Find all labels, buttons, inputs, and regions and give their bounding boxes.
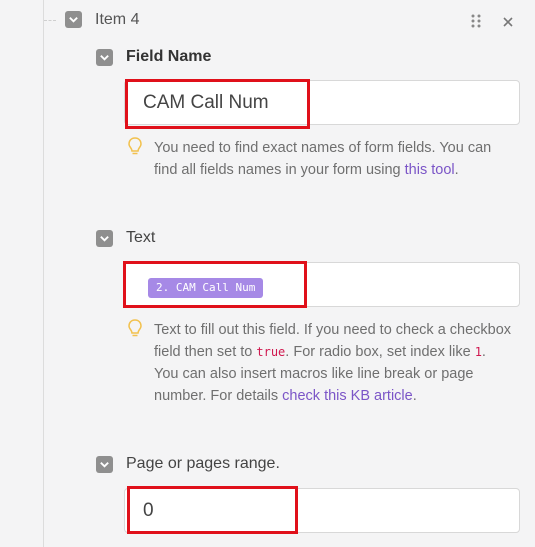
field-name-checkbox[interactable] [96, 49, 113, 66]
chevron-down-icon [100, 462, 109, 468]
text-hint-4: . [412, 388, 417, 404]
field-name-hint-end: . [454, 162, 459, 178]
kb-article-link[interactable]: check this KB article [282, 388, 413, 404]
field-name-input[interactable]: CAM Call Num [124, 80, 520, 125]
item-title: Item 4 [95, 11, 140, 28]
text-checkbox[interactable] [96, 230, 113, 247]
item-collapse-checkbox[interactable] [65, 11, 82, 28]
field-name-value: CAM Call Num [143, 92, 269, 113]
one-code: 1 [474, 345, 482, 359]
close-icon[interactable] [502, 15, 514, 27]
true-code: true [256, 345, 286, 359]
page-range-checkbox[interactable] [96, 456, 113, 473]
drag-handle-icon[interactable] [470, 13, 482, 29]
page-range-label: Page or pages range. [126, 455, 280, 472]
text-input[interactable]: 2. CAM Call Num [124, 262, 520, 307]
page-range-value: 0 [143, 500, 154, 521]
tree-connector [44, 20, 56, 21]
lightbulb-icon [128, 137, 142, 155]
field-name-hint: You need to find exact names of form fie… [154, 137, 514, 181]
chevron-down-icon [100, 55, 109, 61]
page-range-input[interactable]: 0 [124, 488, 520, 533]
chevron-down-icon [100, 236, 109, 242]
macro-pill[interactable]: 2. CAM Call Num [148, 278, 264, 298]
this-tool-link[interactable]: this tool [405, 162, 455, 178]
chevron-down-icon [69, 17, 78, 23]
text-label: Text [126, 229, 156, 246]
tree-line [43, 0, 44, 547]
field-name-label: Field Name [126, 48, 212, 65]
text-hint-2: . For radio box, set index like [285, 344, 475, 360]
text-hint: Text to fill out this field. If you need… [154, 319, 514, 407]
lightbulb-icon [128, 319, 142, 337]
